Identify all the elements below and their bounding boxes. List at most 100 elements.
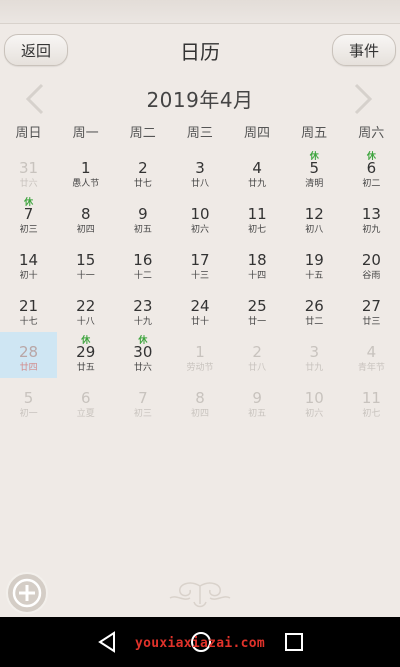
calendar-day[interactable]: 23 十九	[114, 286, 171, 332]
day-number: 8	[80, 205, 91, 223]
add-event-button[interactable]	[6, 572, 48, 614]
calendar-day[interactable]: 4 青年节	[343, 332, 400, 378]
lunar-date: 初三	[19, 225, 38, 235]
day-number: 11	[361, 389, 381, 407]
day-number: 1	[80, 159, 91, 177]
calendar-day[interactable]: 9 初五	[114, 194, 171, 240]
calendar-day[interactable]: 10 初六	[171, 194, 228, 240]
lunar-date: 十七	[19, 317, 38, 327]
calendar-day-today[interactable]: 28 廿四	[0, 332, 58, 378]
weekday-header: 周日 周一 周二 周三 周四 周五 周六	[0, 122, 400, 146]
calendar-day[interactable]: 3 廿八	[171, 148, 228, 194]
day-number: 10	[304, 389, 324, 407]
day-number: 20	[361, 251, 381, 269]
calendar-day[interactable]: 5 初一	[0, 378, 57, 424]
calendar-day[interactable]: 15 十一	[57, 240, 114, 286]
month-navigator: 2019年4月	[0, 80, 400, 116]
calendar-day[interactable]: 7 初三	[114, 378, 171, 424]
calendar-day[interactable]: 21 十七	[0, 286, 57, 332]
day-number: 6	[366, 159, 377, 177]
chevron-left-icon[interactable]	[20, 82, 50, 116]
day-number: 10	[190, 205, 210, 223]
calendar-day[interactable]: 17 十三	[171, 240, 228, 286]
calendar-day[interactable]: 19 十五	[286, 240, 343, 286]
calendar-day[interactable]: 2 廿七	[114, 148, 171, 194]
calendar-day[interactable]: 20 谷雨	[343, 240, 400, 286]
day-number: 5	[309, 159, 320, 177]
calendar-day[interactable]: 26 廿二	[286, 286, 343, 332]
calendar-day[interactable]: 16 十二	[114, 240, 171, 286]
calendar-day[interactable]: 25 廿一	[229, 286, 286, 332]
calendar-day[interactable]: 4 廿九	[229, 148, 286, 194]
calendar-day[interactable]: 11 初七	[343, 378, 400, 424]
day-number: 22	[76, 297, 96, 315]
day-number: 6	[80, 389, 91, 407]
weekday-label: 周三	[186, 126, 213, 141]
calendar-day[interactable]: 休 29 廿五	[57, 332, 114, 378]
day-number: 1	[195, 343, 205, 361]
calendar-day[interactable]: 24 廿十	[171, 286, 228, 332]
day-number: 18	[247, 251, 267, 269]
lunar-date: 廿九	[305, 363, 324, 373]
day-number: 4	[252, 159, 262, 177]
month-label: 2019年4月	[146, 87, 254, 112]
day-number: 29	[76, 343, 96, 361]
lunar-date: 十五	[305, 271, 324, 281]
lunar-date: 立夏	[76, 409, 95, 419]
weekday-label: 周五	[301, 126, 328, 141]
day-number: 3	[195, 159, 205, 177]
page-title: 日历	[180, 39, 220, 64]
calendar-day[interactable]: 22 十八	[57, 286, 114, 332]
calendar-day[interactable]: 8 初四	[57, 194, 114, 240]
calendar-day[interactable]: 12 初八	[286, 194, 343, 240]
calendar-day[interactable]: 9 初五	[229, 378, 286, 424]
calendar-day[interactable]: 13 初九	[343, 194, 400, 240]
holiday-rest-badge: 休	[81, 336, 91, 346]
lunar-date: 初三	[133, 409, 152, 419]
calendar-day[interactable]: 1 劳动节	[171, 332, 228, 378]
weekday-label: 周日	[15, 126, 42, 141]
lunar-date: 廿九	[248, 179, 267, 189]
lunar-date: 初十	[19, 271, 38, 281]
day-number: 13	[361, 205, 381, 223]
calendar-day[interactable]: 1 愚人节	[57, 148, 114, 194]
calendar-day[interactable]: 休 5 清明	[286, 148, 343, 194]
calendar-day[interactable]: 休 30 廿六	[114, 332, 171, 378]
day-number: 9	[138, 205, 148, 223]
calendar-day[interactable]: 休 7 初三	[0, 194, 57, 240]
lunar-date: 十三	[190, 271, 209, 281]
day-number: 4	[366, 343, 377, 361]
day-number: 15	[76, 251, 96, 269]
watermark: youxiaxiazai.com	[134, 636, 266, 651]
lunar-date: 廿六	[19, 179, 38, 189]
holiday-rest-badge: 休	[366, 152, 376, 162]
day-number: 23	[133, 297, 153, 315]
calendar-day[interactable]: 11 初七	[229, 194, 286, 240]
lunar-date: 廿一	[248, 317, 267, 327]
calendar-day[interactable]: 10 初六	[286, 378, 343, 424]
lunar-date: 初八	[305, 225, 324, 235]
events-button[interactable]: 事件	[332, 34, 396, 66]
calendar-day[interactable]: 27 廿三	[343, 286, 400, 332]
day-number: 17	[190, 251, 210, 269]
calendar-day[interactable]: 14 初十	[0, 240, 57, 286]
calendar-day[interactable]: 8 初四	[171, 378, 228, 424]
calendar-day[interactable]: 2 廿八	[229, 332, 286, 378]
lunar-date: 十四	[248, 271, 267, 281]
day-number: 25	[247, 297, 267, 315]
lunar-date: 廿五	[76, 363, 95, 373]
calendar-day[interactable]: 6 立夏	[57, 378, 114, 424]
lunar-date: 初九	[362, 225, 381, 235]
lunar-date: 初七	[248, 225, 267, 235]
lunar-date: 十八	[76, 317, 95, 327]
weekday-label: 周四	[244, 126, 271, 141]
lunar-date: 劳动节	[186, 363, 214, 373]
calendar-day[interactable]: 18 十四	[229, 240, 286, 286]
calendar-day[interactable]: 31 廿六	[0, 148, 57, 194]
chevron-right-icon[interactable]	[348, 82, 378, 116]
lunar-date: 初六	[190, 225, 209, 235]
calendar-day[interactable]: 休 6 初二	[343, 148, 400, 194]
day-number: 11	[247, 205, 267, 223]
back-button[interactable]: 返回	[4, 34, 68, 66]
calendar-day[interactable]: 3 廿九	[286, 332, 343, 378]
